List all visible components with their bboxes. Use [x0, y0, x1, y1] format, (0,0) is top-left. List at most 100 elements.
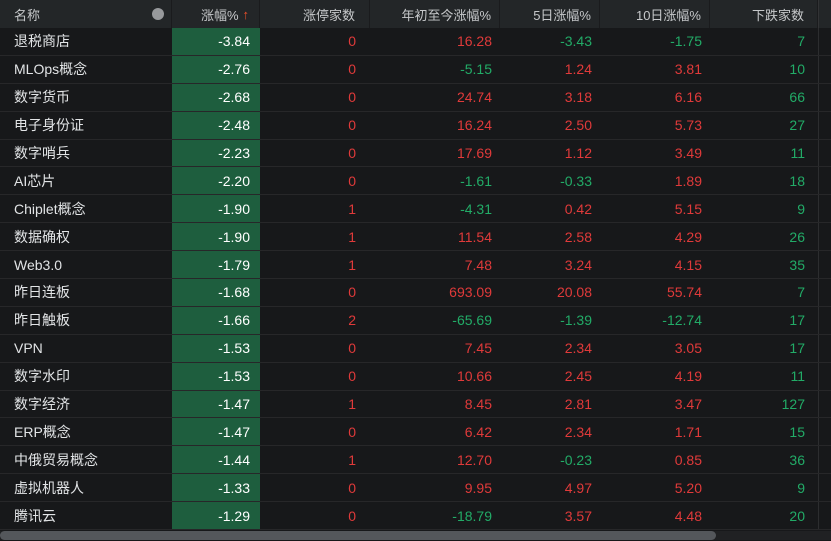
cell-decliner-count: 27 — [789, 117, 805, 134]
cell-5day-change: 1.12 — [564, 145, 592, 161]
cell-sector-name: 昨日连板 — [14, 284, 70, 301]
column-header-change[interactable]: 涨幅% ↑ — [172, 0, 260, 28]
cell-sliver — [818, 83, 831, 111]
cell-ytd-change: 12.70 — [456, 451, 492, 468]
cell-sector-name: 电子身份证 — [14, 117, 84, 134]
horizontal-scrollbar[interactable] — [0, 531, 831, 540]
cell-sliver — [818, 334, 831, 362]
table-header: 名称 涨幅% ↑ 涨停家数 年初至今涨幅% 5日涨幅% 10日涨幅% 下跌家数 — [0, 0, 831, 28]
table-row[interactable]: AI芯片 -2.20 0 -1.61 -0.33 1.89 18 — [0, 167, 831, 196]
cell-decliner-count: 10 — [789, 61, 805, 78]
column-header-5day-change[interactable]: 5日涨幅% — [500, 0, 600, 28]
cell-sector-name: Web3.0 — [14, 256, 62, 273]
cell-limit-up-count: 0 — [348, 340, 356, 357]
cell-ytd-change: -65.69 — [452, 312, 492, 329]
cell-change-percent: -3.84 — [172, 28, 260, 55]
cell-decliner-count: 7 — [797, 33, 805, 50]
column-header-ytd-label: 年初至今涨幅% — [401, 7, 491, 23]
sector-board-window: 名称 涨幅% ↑ 涨停家数 年初至今涨幅% 5日涨幅% 10日涨幅% 下跌家数 … — [0, 0, 831, 541]
table-row[interactable]: 数字水印 -1.53 0 10.66 2.45 4.19 11 — [0, 362, 831, 391]
column-header-limit-up-count[interactable]: 涨停家数 — [260, 0, 370, 28]
cell-sliver — [818, 195, 831, 223]
cell-decliner-count: 17 — [789, 312, 805, 329]
cell-5day-change: 4.97 — [564, 479, 592, 496]
column-header-10day-label: 10日涨幅% — [635, 7, 701, 23]
table-row[interactable]: MLOps概念 -2.76 0 -5.15 1.24 3.81 10 — [0, 55, 831, 84]
cell-10day-change: 6.16 — [674, 89, 702, 106]
cell-ytd-change: 7.48 — [464, 256, 492, 273]
table-row[interactable]: 退税商店 -3.84 0 16.28 -3.43 -1.75 7 — [0, 28, 831, 56]
cell-sector-name: 虚拟机器人 — [14, 479, 84, 496]
table-row[interactable]: VPN -1.53 0 7.45 2.34 3.05 17 — [0, 334, 831, 363]
table-row[interactable]: Chiplet概念 -1.90 1 -4.31 0.42 5.15 9 — [0, 195, 831, 224]
table-row[interactable]: ERP概念 -1.47 0 6.42 2.34 1.71 15 — [0, 418, 831, 447]
cell-change-percent: -2.48 — [172, 111, 260, 139]
cell-sector-name: 中俄贸易概念 — [14, 451, 98, 468]
cell-decliner-count: 20 — [789, 507, 805, 524]
table-row[interactable]: 腾讯云 -1.29 0 -18.79 3.57 4.48 20 — [0, 502, 831, 531]
table-row[interactable]: 数字哨兵 -2.23 0 17.69 1.12 3.49 11 — [0, 139, 831, 168]
cell-decliner-count: 18 — [789, 172, 805, 189]
cell-sector-name: 数字货币 — [14, 89, 70, 106]
cell-limit-up-count: 0 — [348, 89, 356, 106]
cell-10day-change: 4.48 — [674, 507, 702, 524]
cell-ytd-change: -4.31 — [460, 200, 492, 217]
cell-ytd-change: 10.66 — [456, 368, 492, 385]
sort-ascending-icon: ↑ — [242, 6, 250, 22]
cell-sliver — [818, 28, 831, 55]
cell-change-percent: -1.66 — [172, 306, 260, 334]
table-row[interactable]: 虚拟机器人 -1.33 0 9.95 4.97 5.20 9 — [0, 474, 831, 503]
cell-change-percent: -1.90 — [172, 223, 260, 251]
table-row[interactable]: 数据确权 -1.90 1 11.54 2.58 4.29 26 — [0, 223, 831, 252]
cell-sliver — [818, 306, 831, 334]
cell-10day-change: 3.47 — [674, 396, 702, 413]
cell-ytd-change: 17.69 — [456, 145, 492, 161]
cell-change-percent: -1.33 — [172, 474, 260, 502]
cell-change-percent: -1.47 — [172, 390, 260, 418]
table-row[interactable]: 数字货币 -2.68 0 24.74 3.18 6.16 66 — [0, 83, 831, 112]
column-header-10day-change[interactable]: 10日涨幅% — [600, 0, 710, 28]
cell-ytd-change: -18.79 — [452, 507, 492, 524]
cell-sector-name: 数据确权 — [14, 228, 70, 245]
cell-10day-change: 5.15 — [674, 200, 702, 217]
cell-10day-change: 4.29 — [674, 228, 702, 245]
cell-ytd-change: -5.15 — [460, 61, 492, 78]
cell-5day-change: -1.39 — [560, 312, 592, 329]
cell-sector-name: AI芯片 — [14, 172, 56, 189]
cell-decliner-count: 35 — [789, 256, 805, 273]
cell-sliver — [818, 474, 831, 502]
cell-ytd-change: 16.24 — [456, 117, 492, 134]
cell-10day-change: 1.89 — [674, 172, 702, 189]
column-header-limit-up-label: 涨停家数 — [302, 7, 355, 23]
cell-ytd-change: 11.54 — [458, 228, 492, 245]
cell-10day-change: 3.05 — [674, 340, 702, 357]
cell-5day-change: 2.50 — [564, 117, 592, 134]
cell-sector-name: 数字经济 — [14, 396, 70, 413]
column-header-decliner-count[interactable]: 下跌家数 — [710, 0, 818, 28]
cell-ytd-change: 6.42 — [464, 423, 492, 440]
cell-limit-up-count: 0 — [348, 61, 356, 78]
cell-limit-up-count: 1 — [348, 228, 356, 245]
table-row[interactable]: 电子身份证 -2.48 0 16.24 2.50 5.73 27 — [0, 111, 831, 140]
table-row[interactable]: 昨日连板 -1.68 0 693.09 20.08 55.74 7 — [0, 279, 831, 307]
cell-limit-up-count: 0 — [348, 145, 356, 161]
cell-sector-name: 腾讯云 — [14, 507, 56, 524]
cell-10day-change: 1.71 — [674, 423, 702, 440]
column-header-sliver — [818, 0, 831, 28]
cell-limit-up-count: 0 — [348, 33, 356, 50]
cell-10day-change: 3.49 — [674, 145, 702, 161]
table-row[interactable]: 昨日触板 -1.66 2 -65.69 -1.39 -12.74 17 — [0, 306, 831, 335]
cell-ytd-change: -1.61 — [460, 172, 492, 189]
cell-ytd-change: 7.45 — [464, 340, 492, 357]
column-header-ytd-change[interactable]: 年初至今涨幅% — [370, 0, 500, 28]
column-header-name[interactable]: 名称 — [0, 0, 172, 28]
cell-sliver — [818, 111, 831, 139]
cell-change-percent: -1.79 — [172, 251, 260, 279]
table-row[interactable]: 数字经济 -1.47 1 8.45 2.81 3.47 127 — [0, 390, 831, 419]
table-row[interactable]: 中俄贸易概念 -1.44 1 12.70 -0.23 0.85 36 — [0, 446, 831, 475]
horizontal-scrollbar-thumb[interactable] — [0, 531, 716, 540]
marker-dot-icon[interactable] — [152, 8, 164, 20]
cell-5day-change: -0.23 — [560, 451, 592, 468]
cell-limit-up-count: 0 — [348, 507, 356, 524]
table-row[interactable]: Web3.0 -1.79 1 7.48 3.24 4.15 35 — [0, 251, 831, 280]
